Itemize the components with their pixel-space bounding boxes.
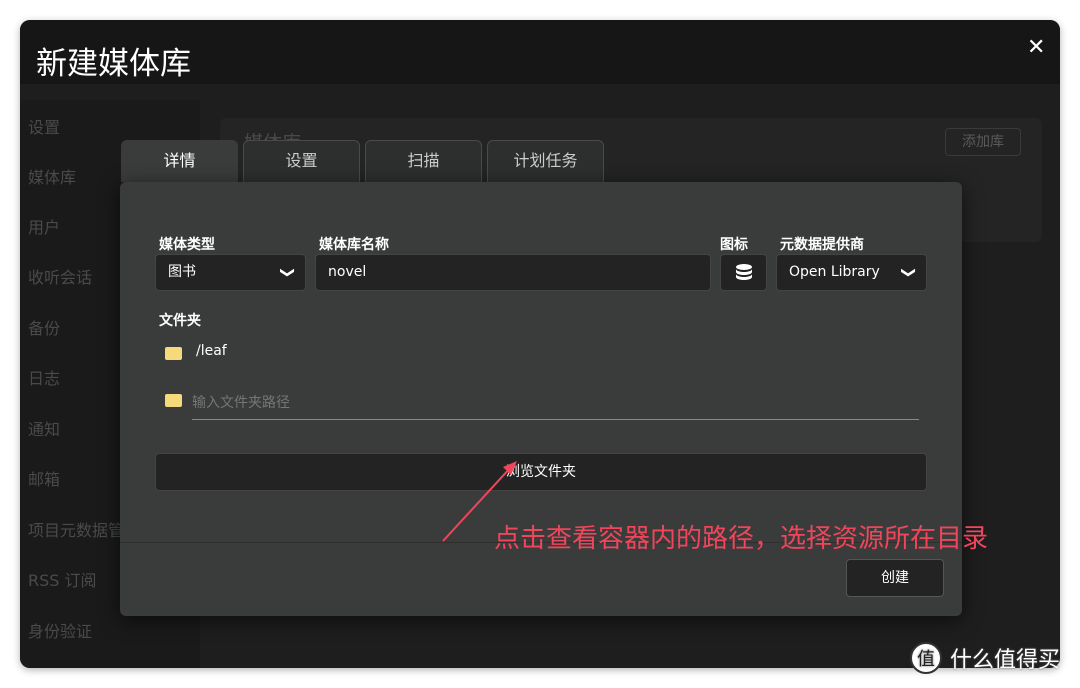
watermark-logo: 值 [910, 642, 942, 674]
annotation-arrow [442, 461, 517, 542]
watermark-text: 什么值得买 [950, 648, 1061, 673]
watermark: 值 什么值得买 [910, 642, 1060, 674]
annotation-text: 点击查看容器内的路径，选择资源所在目录 [494, 524, 989, 554]
